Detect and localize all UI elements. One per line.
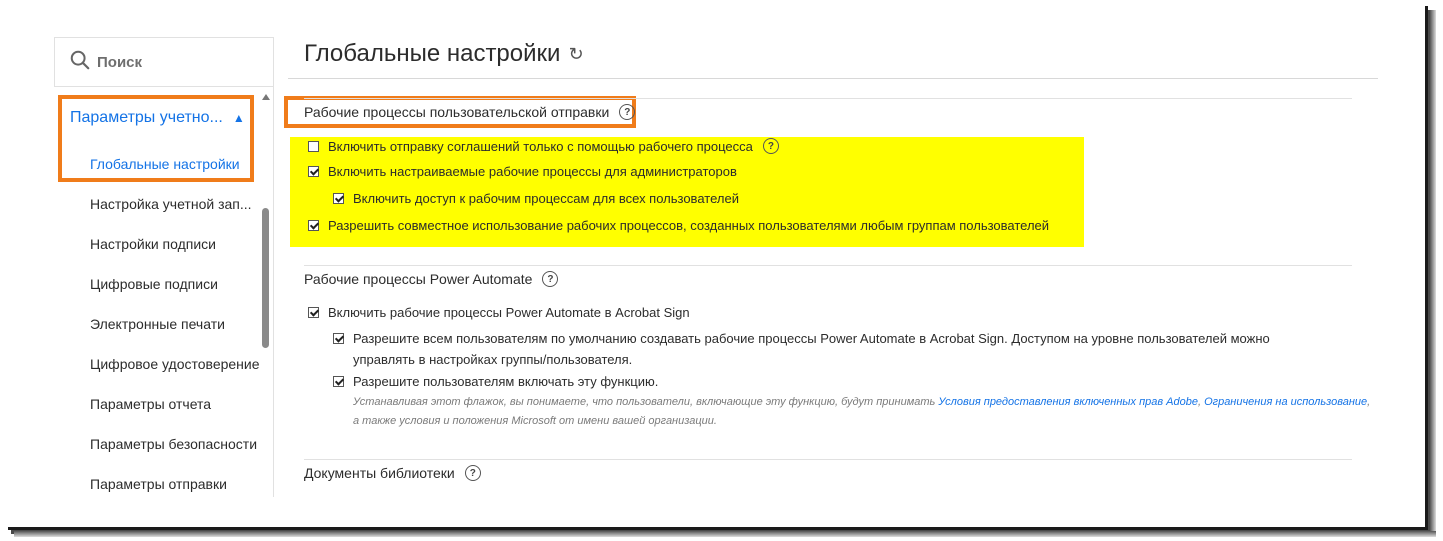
option-workflow-only-send: Включить отправку соглашений только с по…: [308, 136, 779, 157]
checkbox[interactable]: [308, 307, 319, 318]
sidebar-item-signature-settings[interactable]: Настройки подписи: [54, 224, 259, 264]
sidebar-item-send-settings[interactable]: Параметры отправки: [54, 464, 259, 504]
frame-shadow-bottom: [14, 531, 1436, 537]
help-icon[interactable]: ?: [464, 465, 481, 481]
sidebar-nav-list: Глобальные настройки Настройка учетной з…: [54, 144, 259, 504]
sidebar-item-digital-id[interactable]: Цифровое удостоверение: [54, 344, 259, 384]
terms-note-text: Устанавливая этот флажок, вы понимаете, …: [353, 396, 939, 408]
option-label: Включить отправку соглашений только с по…: [328, 139, 753, 154]
page-title-text: Глобальные настройки: [304, 40, 561, 67]
highlight-box-sidebar: [58, 95, 254, 182]
option-label: Разрешите всем пользователям по умолчани…: [353, 331, 1270, 367]
title-divider: [288, 78, 1378, 79]
page-title: Глобальные настройки ↻: [304, 40, 584, 68]
section-title-text: Рабочие процессы Power Automate: [304, 271, 533, 287]
checkbox[interactable]: [308, 141, 319, 152]
option-label: Включить настраиваемые рабочие процессы …: [328, 164, 737, 179]
option-label: Разрешите пользователям включать эту фун…: [353, 374, 659, 389]
sidebar-item-account-setup[interactable]: Настройка учетной зап...: [54, 184, 259, 224]
frame-shadow-right: [1430, 10, 1436, 534]
checkbox[interactable]: [308, 220, 319, 231]
checkbox[interactable]: [333, 193, 344, 204]
section-title-power-automate: Рабочие процессы Power Automate ?: [304, 271, 559, 287]
search-box: [54, 37, 274, 87]
section-title-library-documents: Документы библиотеки ?: [304, 465, 481, 481]
section-title-text: Рабочие процессы пользовательской отправ…: [304, 104, 610, 120]
sidebar-item-digital-signatures[interactable]: Цифровые подписи: [54, 264, 259, 304]
option-label: Включить рабочие процессы Power Automate…: [328, 305, 690, 320]
search-input[interactable]: [97, 53, 257, 71]
section-divider: [304, 98, 1352, 99]
sidebar-item-electronic-seals[interactable]: Электронные печати: [54, 304, 259, 344]
option-label: Включить доступ к рабочим процессам для …: [353, 191, 739, 206]
adobe-terms-link[interactable]: Условия предоставления включенных прав A…: [938, 396, 1198, 408]
terms-note: Устанавливая этот флажок, вы понимаете, …: [353, 393, 1373, 431]
scroll-up-arrow-icon[interactable]: [262, 94, 270, 100]
option-share-user-workflows: Разрешить совместное использование рабоч…: [308, 215, 1049, 236]
sidebar-item-report-settings[interactable]: Параметры отчета: [54, 384, 259, 424]
scroll-thumb[interactable]: [262, 208, 269, 348]
checkbox[interactable]: [333, 376, 344, 387]
section-divider: [304, 265, 1352, 266]
checkbox[interactable]: [333, 333, 344, 344]
option-enable-power-automate: Включить рабочие процессы Power Automate…: [308, 302, 690, 323]
option-workflow-access-all-users: Включить доступ к рабочим процессам для …: [333, 188, 739, 209]
option-allow-all-users-power-automate: Разрешите всем пользователям по умолчани…: [333, 328, 1293, 370]
help-icon[interactable]: ?: [542, 271, 559, 287]
sidebar-item-security-settings[interactable]: Параметры безопасности: [54, 424, 259, 464]
option-allow-users-enable-feature: Разрешите пользователям включать эту фун…: [333, 371, 658, 392]
usage-restrictions-link[interactable]: Ограничения на использование: [1204, 396, 1367, 408]
refresh-icon[interactable]: ↻: [568, 44, 583, 65]
section-title-text: Документы библиотеки: [304, 465, 455, 481]
option-label: Разрешить совместное использование рабоч…: [328, 218, 1050, 233]
main-panel: Глобальные настройки ↻ Рабочие процессы …: [288, 0, 1378, 500]
help-icon[interactable]: ?: [619, 104, 636, 120]
help-icon[interactable]: ?: [762, 138, 779, 154]
checkbox[interactable]: [308, 166, 319, 177]
section-divider: [304, 459, 1352, 460]
section-title-custom-send-workflows: Рабочие процессы пользовательской отправ…: [304, 104, 636, 120]
sidebar-scrollbar[interactable]: [259, 94, 271, 497]
search-icon: [69, 49, 91, 76]
option-admin-custom-workflows: Включить настраиваемые рабочие процессы …: [308, 161, 737, 182]
